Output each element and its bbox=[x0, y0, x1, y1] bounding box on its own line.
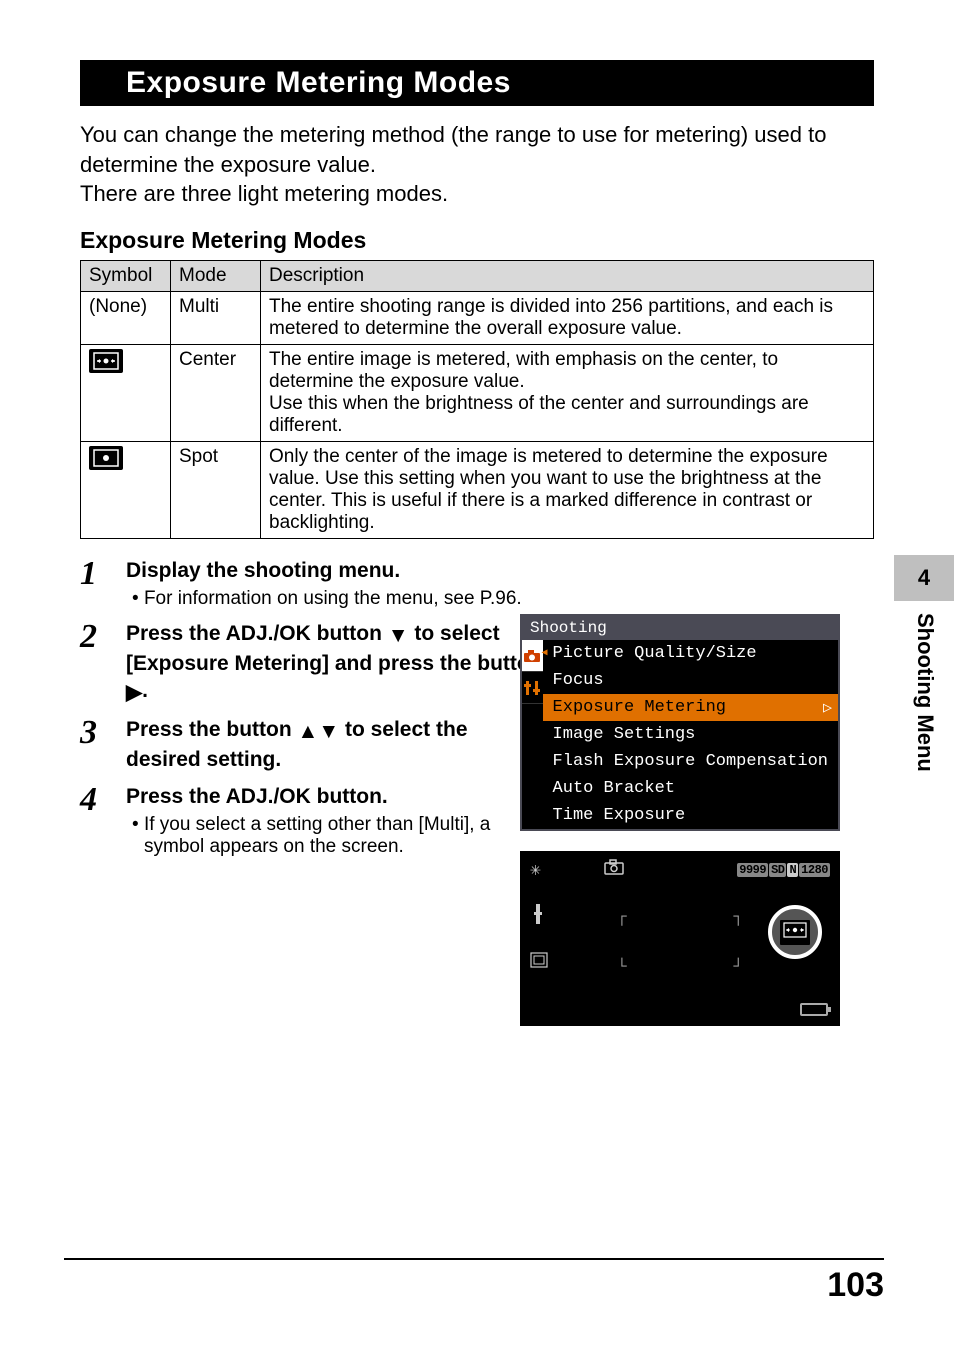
section-title: Exposure Metering Modes bbox=[126, 66, 511, 100]
menu-items: Picture Quality/Size Focus Exposure Mete… bbox=[543, 640, 838, 829]
th-mode: Mode bbox=[171, 261, 261, 292]
down-arrow-icon: ▼ bbox=[318, 718, 339, 745]
menu-screenshot: Shooting Picture Quality/Size Focus Expo… bbox=[520, 614, 840, 831]
metering-mode-indicator bbox=[768, 905, 822, 959]
mode-spot: Spot bbox=[171, 442, 261, 539]
chapter-label: Shooting Menu bbox=[894, 601, 954, 772]
af-corner-icon: ┌ bbox=[617, 908, 627, 926]
step-number: 1 bbox=[80, 557, 126, 591]
af-corner-icon: ┐ bbox=[733, 908, 743, 926]
table-header-row: Symbol Mode Description bbox=[81, 261, 874, 292]
af-corner-icon: └ bbox=[617, 958, 627, 976]
menu-title: Shooting bbox=[522, 616, 838, 640]
menu-item: Flash Exposure Compensation bbox=[543, 748, 838, 775]
step-head: Press the ADJ./OK button. bbox=[126, 783, 546, 810]
symbol-none: (None) bbox=[81, 292, 171, 345]
menu-item: Picture Quality/Size bbox=[543, 640, 838, 667]
table-row: (None) Multi The entire shooting range i… bbox=[81, 292, 874, 345]
step-number: 4 bbox=[80, 783, 126, 817]
step-head: Press the button ▲▼ to select the desire… bbox=[126, 716, 546, 773]
image-size-icon bbox=[530, 952, 548, 972]
step-1: 1 Display the shooting menu. For informa… bbox=[80, 557, 874, 610]
desc-center: The entire image is metered, with emphas… bbox=[261, 345, 874, 442]
setup-tab-icon bbox=[522, 672, 543, 704]
th-description: Description bbox=[261, 261, 874, 292]
camera-tab-icon bbox=[522, 640, 543, 672]
symbol-center bbox=[81, 345, 171, 442]
battery-icon bbox=[800, 1003, 828, 1016]
menu-item-selected: Exposure Metering bbox=[543, 694, 838, 721]
menu-item: Image Settings bbox=[543, 721, 838, 748]
spot-metering-icon bbox=[89, 446, 123, 470]
menu-item: Focus bbox=[543, 667, 838, 694]
table-heading: Exposure Metering Modes bbox=[80, 227, 874, 254]
th-symbol: Symbol bbox=[81, 261, 171, 292]
step-head: Press the ADJ./OK button ▼ to select [Ex… bbox=[126, 620, 546, 706]
menu-item: Auto Bracket bbox=[543, 775, 838, 802]
center-metering-icon bbox=[780, 920, 810, 945]
table-row: Center The entire image is metered, with… bbox=[81, 345, 874, 442]
metering-modes-table: Symbol Mode Description (None) Multi The… bbox=[80, 260, 874, 539]
mode-multi: Multi bbox=[171, 292, 261, 345]
up-arrow-icon: ▲ bbox=[298, 718, 319, 745]
step-sub: If you select a setting other than [Mult… bbox=[144, 814, 524, 858]
chapter-tab: 4 Shooting Menu bbox=[894, 555, 954, 772]
flash-mode-icon bbox=[530, 903, 548, 930]
mode-center: Center bbox=[171, 345, 261, 442]
figures-column: Shooting Picture Quality/Size Focus Expo… bbox=[520, 614, 840, 1026]
frame-counter: 9999 SD N 1280 bbox=[737, 863, 830, 877]
camera-icon bbox=[603, 859, 625, 881]
section-title-bar: Exposure Metering Modes bbox=[80, 60, 874, 106]
right-arrow-icon: ▶ bbox=[126, 679, 142, 706]
page-number: 103 bbox=[827, 1266, 884, 1305]
desc-spot: Only the center of the image is metered … bbox=[261, 442, 874, 539]
menu-tabs bbox=[522, 640, 543, 829]
symbol-spot bbox=[81, 442, 171, 539]
center-metering-icon bbox=[89, 349, 123, 373]
down-arrow-icon: ▼ bbox=[388, 622, 409, 649]
af-corner-icon: ┘ bbox=[733, 958, 743, 976]
step-head: Display the shooting menu. bbox=[126, 557, 522, 584]
step-number: 2 bbox=[80, 620, 126, 654]
chapter-number: 4 bbox=[894, 555, 954, 601]
title-bullet bbox=[80, 66, 114, 100]
shooting-preview: ✳ 9999 SD N 1280 ┌ ┐ └ ┘ bbox=[520, 851, 840, 1026]
table-row: Spot Only the center of the image is met… bbox=[81, 442, 874, 539]
step-sub: For information on using the menu, see P… bbox=[144, 588, 522, 610]
menu-item: Time Exposure bbox=[543, 802, 838, 829]
desc-multi: The entire shooting range is divided int… bbox=[261, 292, 874, 345]
step-number: 3 bbox=[80, 716, 126, 750]
intro-paragraph: You can change the metering method (the … bbox=[80, 120, 874, 209]
